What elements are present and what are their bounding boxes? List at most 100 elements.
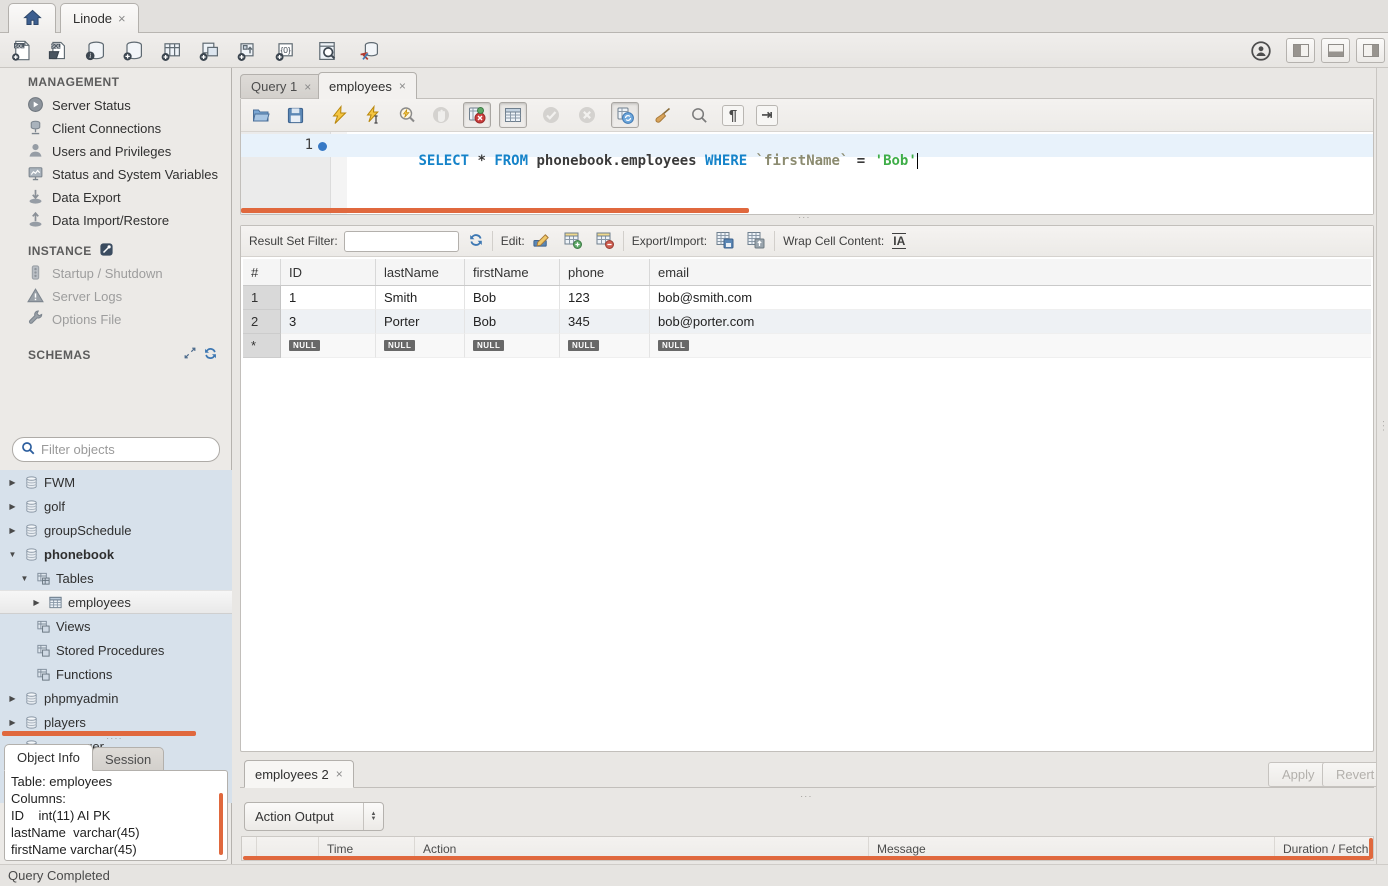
close-tab-icon[interactable]: × [399,79,406,93]
cell-null[interactable]: NULL [465,334,560,358]
rollback-button[interactable] [573,102,601,128]
delete-row-icon[interactable] [595,230,615,253]
cell-lastname[interactable]: Porter [376,310,465,334]
find-button[interactable] [685,102,713,128]
output-hscrollbar[interactable] [243,856,1371,860]
tree-item-schema-phonebook[interactable]: ▼ phonebook [0,542,232,566]
new-sql-editor-button[interactable]: SQL [6,37,36,64]
commit-button[interactable] [537,102,565,128]
cell-email[interactable]: bob@smith.com [650,286,1371,310]
open-script-button[interactable] [247,102,275,128]
tab-query-1[interactable]: Query 1× [240,74,322,98]
chevron-down-icon[interactable]: ▼ [18,574,31,583]
sidebar-splitter[interactable]: ⋅⋅⋅⋅ [106,737,123,743]
cell-id[interactable]: 1 [281,286,376,310]
row-number-cell[interactable]: * [243,334,281,358]
save-script-button[interactable] [281,102,309,128]
sidebar-item-status-variables[interactable]: Status and System Variables [0,163,232,186]
chevron-right-icon[interactable]: ▶ [6,502,19,511]
notifications-button[interactable] [1246,37,1276,64]
sidebar-item-client-connections[interactable]: Client Connections [0,117,232,140]
chevron-right-icon[interactable]: ▶ [6,718,19,727]
new-table-button[interactable] [156,37,186,64]
col-header-email[interactable]: email [650,259,1371,285]
cell-lastname[interactable]: Smith [376,286,465,310]
explain-plan-button[interactable] [393,102,421,128]
export-recordset-icon[interactable] [715,230,735,253]
toggle-right-panel-button[interactable] [1356,38,1385,63]
tree-item-schema-fwm[interactable]: ▶ FWM [0,470,232,494]
output-splitter[interactable]: ⋅⋅⋅ [800,795,813,801]
wrap-cell-content-icon[interactable]: IA [892,233,906,249]
row-number-cell[interactable]: 1 [243,286,281,310]
tree-item-stored-procedures[interactable]: Stored Procedures [0,638,232,662]
limit-rows-button[interactable] [499,102,527,128]
tab-result-employees-2[interactable]: employees 2× [244,760,354,788]
toggle-left-panel-button[interactable] [1286,38,1315,63]
chevron-right-icon[interactable]: ▶ [6,478,19,487]
tree-item-functions[interactable]: Functions [0,662,232,686]
close-tab-icon[interactable]: × [336,767,343,781]
chevron-right-icon[interactable]: ▶ [6,526,19,535]
cell-null[interactable]: NULL [560,334,650,358]
reconnect-database-button[interactable] [354,37,384,64]
editor-result-splitter[interactable]: ⋅⋅⋅ [798,216,811,222]
chevron-right-icon[interactable]: ▶ [30,598,43,607]
output-selector[interactable]: Action Output ▲▼ [244,802,384,831]
object-info-scrollbar[interactable] [219,793,223,855]
database-info-button[interactable]: i [80,37,110,64]
cell-firstname[interactable]: Bob [465,286,560,310]
sidebar-item-data-import[interactable]: Data Import/Restore [0,209,232,232]
cell-email[interactable]: bob@porter.com [650,310,1371,334]
chevron-right-icon[interactable]: ▶ [6,694,19,703]
toggle-bottom-panel-button[interactable] [1321,38,1350,63]
tab-object-info[interactable]: Object Info [4,744,93,771]
new-view-button[interactable] [194,37,224,64]
cell-phone[interactable]: 345 [560,310,650,334]
insert-row-icon[interactable] [563,230,583,253]
search-table-data-button[interactable] [312,37,342,64]
execute-statement-button[interactable] [325,102,353,128]
sidebar-item-startup-shutdown[interactable]: Startup / Shutdown [0,262,232,285]
stop-query-button[interactable] [427,102,455,128]
home-tab[interactable] [8,3,56,33]
col-header-phone[interactable]: phone [560,259,650,285]
output-vscrollbar[interactable] [1369,838,1373,859]
cell-null[interactable]: NULL [650,334,1371,358]
sidebar-item-server-status[interactable]: Server Status [0,94,232,117]
sidebar-item-server-logs[interactable]: Server Logs [0,285,232,308]
tab-session[interactable]: Session [92,747,164,771]
tree-item-schema-golf[interactable]: ▶ golf [0,494,232,518]
apply-button[interactable]: Apply [1268,762,1329,787]
import-recordset-icon[interactable] [746,230,766,253]
result-filter-input[interactable] [344,231,459,252]
sidebar-item-options-file[interactable]: Options File [0,308,232,331]
editor-hscrollbar[interactable] [241,208,749,213]
cell-id[interactable]: 3 [281,310,376,334]
wrap-text-button[interactable]: ⇥ [753,102,781,128]
show-invisibles-button[interactable]: ¶ [719,102,747,128]
cell-null[interactable]: NULL [281,334,376,358]
new-procedure-button[interactable] [232,37,262,64]
connection-tab[interactable]: Linode × [60,3,139,33]
sidebar-scrollbar[interactable] [2,731,196,736]
cell-null[interactable]: NULL [376,334,465,358]
right-panel-splitter[interactable]: ⋅⋅⋅ [1376,68,1388,864]
toggle-stop-on-error-button[interactable] [463,102,491,128]
sql-editor-area[interactable]: 1 SELECT * FROM phonebook.employees WHER… [241,132,1373,214]
col-header-firstname[interactable]: firstName [465,259,560,285]
sidebar-item-data-export[interactable]: Data Export [0,186,232,209]
new-function-button[interactable]: {0} [270,37,300,64]
close-tab-icon[interactable]: × [304,80,311,94]
new-connection-button[interactable] [118,37,148,64]
refresh-results-icon[interactable] [468,232,484,251]
schema-filter-input[interactable] [41,442,191,457]
tab-employees-query[interactable]: employees× [318,72,417,99]
tree-item-tables[interactable]: ▼ Tables [0,566,232,590]
beautify-sql-button[interactable] [649,102,677,128]
execute-current-button[interactable] [359,102,387,128]
edit-cell-icon[interactable] [532,230,551,252]
tree-item-schema-groupschedule[interactable]: ▶ groupSchedule [0,518,232,542]
toggle-autocommit-button[interactable] [611,102,639,128]
open-sql-script-button[interactable]: SQL [42,37,72,64]
